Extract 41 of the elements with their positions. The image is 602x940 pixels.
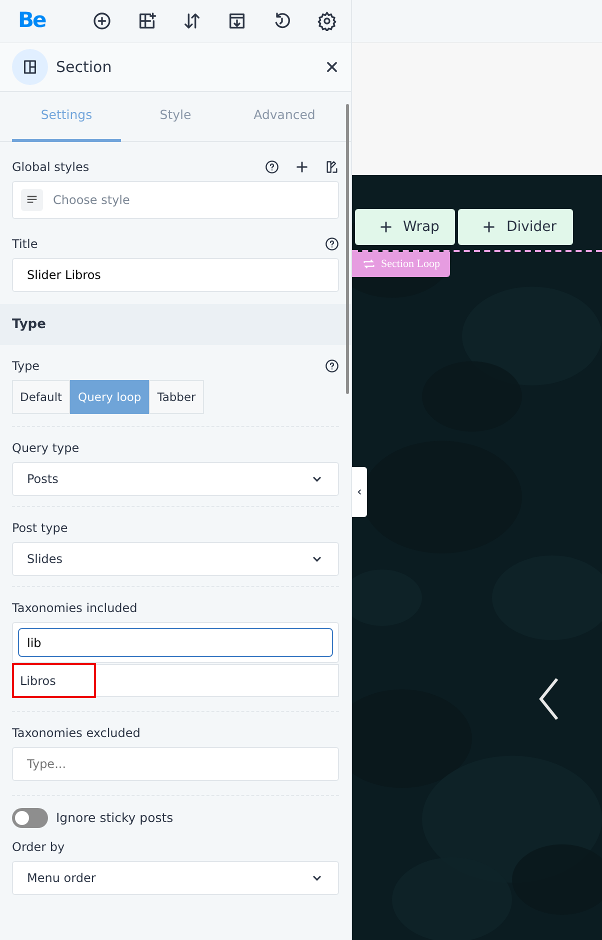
field-label: Query type: [12, 440, 80, 458]
text-field[interactable]: Type...: [12, 747, 339, 782]
suggestion-item[interactable]: Libros: [12, 663, 96, 698]
add-button[interactable]: Wrap: [355, 209, 456, 245]
select-field[interactable]: Slides: [12, 542, 339, 576]
layout-add-icon[interactable]: [137, 11, 157, 31]
search-field[interactable]: lib: [18, 628, 333, 658]
layout-icon: [21, 58, 39, 76]
text-field[interactable]: Slider Libros: [12, 258, 339, 292]
collapse-handle[interactable]: [352, 467, 367, 517]
add-icon[interactable]: [295, 160, 309, 174]
field-label: Taxonomies included: [12, 600, 138, 618]
help-icon[interactable]: [325, 236, 339, 251]
field-label: Global styles: [12, 158, 90, 176]
help-icon[interactable]: [325, 359, 339, 374]
field-label: Type: [12, 358, 40, 376]
sort-icon[interactable]: [182, 11, 202, 31]
palette-icon[interactable]: [325, 160, 339, 174]
toggle-label: Ignore sticky posts: [56, 808, 174, 827]
plus-icon: [482, 220, 496, 234]
segment-option[interactable]: Tabber: [149, 380, 204, 414]
field-label: Title: [12, 236, 38, 253]
section-heading: Type: [0, 304, 351, 346]
plus-icon: [379, 220, 393, 234]
field-label: Post type: [12, 520, 68, 538]
close-icon[interactable]: [325, 60, 339, 74]
panel-title: Section: [56, 56, 112, 78]
select-field[interactable]: Menu order: [12, 861, 339, 896]
toggle-switch[interactable]: [12, 808, 48, 828]
field-label: Taxonomies excluded: [12, 725, 140, 742]
logo: Be: [18, 7, 46, 34]
add-icon[interactable]: [92, 11, 112, 31]
segment-option[interactable]: Default: [12, 380, 70, 414]
select-field[interactable]: Posts: [12, 462, 339, 496]
field-label: Order by: [12, 839, 65, 856]
add-button[interactable]: Divider: [458, 209, 573, 245]
loop-icon: [362, 257, 376, 272]
style-select[interactable]: Choose style: [12, 180, 339, 219]
settings-icon[interactable]: [317, 11, 337, 31]
import-icon[interactable]: [227, 11, 247, 31]
help-icon[interactable]: [265, 160, 279, 174]
